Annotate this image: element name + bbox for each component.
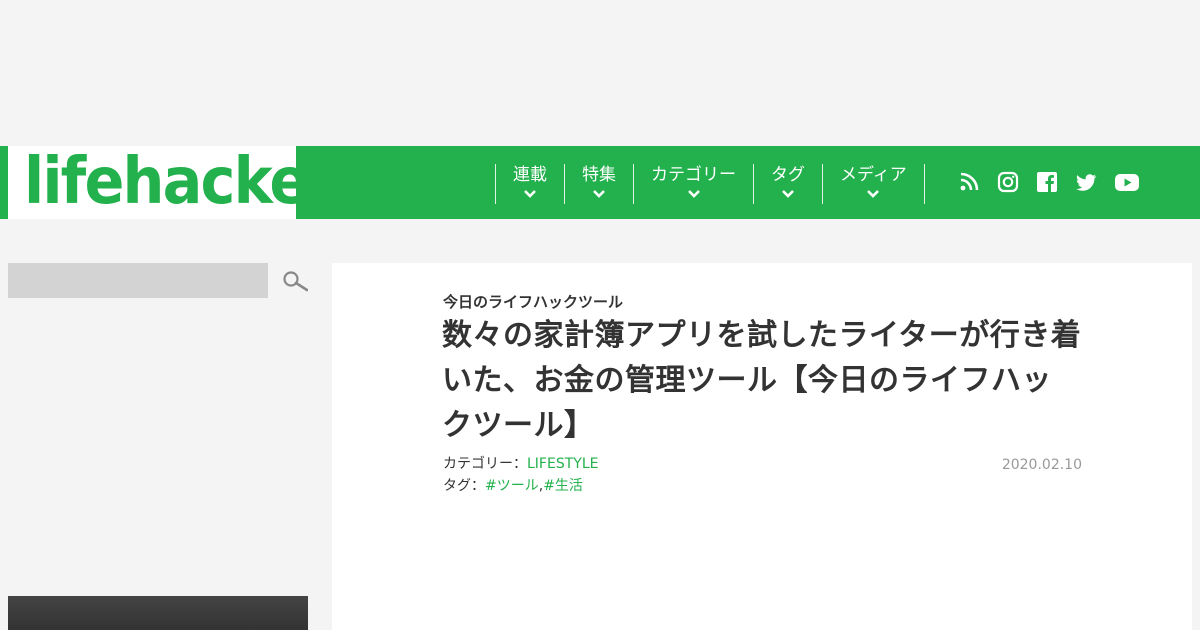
chevron-down-icon [782, 190, 794, 198]
tag-label: タグ： [443, 478, 485, 494]
nav-menu: 連載 特集 カテゴリー タグ メディア [495, 164, 925, 204]
sidebar-image[interactable] [8, 596, 308, 630]
nav-item-features[interactable]: 特集 [564, 164, 633, 204]
chevron-down-icon [593, 190, 605, 198]
facebook-icon[interactable] [1036, 171, 1058, 193]
rss-icon[interactable] [958, 171, 980, 193]
chevron-down-icon [687, 190, 700, 198]
nav-item-tag[interactable]: タグ [753, 164, 822, 204]
article-meta: カテゴリー：LIFESTYLE タグ：#ツール,#生活 [443, 453, 598, 497]
social-links [958, 171, 1140, 193]
instagram-icon[interactable] [997, 171, 1019, 193]
nav-item-label: 連載 [513, 165, 547, 185]
search-icon[interactable] [282, 270, 309, 292]
chevron-down-icon [524, 190, 536, 198]
youtube-icon[interactable] [1114, 171, 1140, 193]
article-title: 数々の家計簿アプリを試したライターが行き着いた、お金の管理ツール【今日のライフハ… [442, 318, 1082, 443]
article-card: 今日のライフハックツール 数々の家計簿アプリを試したライターが行き着いた、お金の… [332, 263, 1192, 630]
chevron-down-icon [867, 190, 880, 198]
category-link[interactable]: LIFESTYLE [527, 456, 598, 472]
logo-area[interactable]: lifehacker [0, 145, 336, 219]
nav-item-label: タグ [771, 165, 805, 185]
site-logo[interactable]: lifehacker [24, 142, 336, 222]
tag-link[interactable]: #生活 [543, 478, 583, 494]
category-line: カテゴリー：LIFESTYLE [443, 453, 598, 475]
nav-item-media[interactable]: メディア [822, 164, 925, 204]
nav-item-label: 特集 [582, 165, 616, 185]
nav-item-label: カテゴリー [651, 165, 736, 185]
nav-item-label: メディア [840, 165, 907, 185]
article-kicker[interactable]: 今日のライフハックツール [443, 291, 623, 312]
search-input[interactable] [8, 263, 268, 298]
nav-item-series[interactable]: 連載 [495, 164, 564, 204]
category-label: カテゴリー： [443, 456, 527, 472]
twitter-icon[interactable] [1075, 171, 1097, 193]
tag-line: タグ：#ツール,#生活 [443, 475, 598, 497]
tag-link[interactable]: #ツール [485, 478, 539, 494]
nav-item-category[interactable]: カテゴリー [633, 164, 753, 204]
article-date: 2020.02.10 [1001, 457, 1082, 473]
logo-accent-bar [0, 146, 8, 219]
main-nav: 連載 特集 カテゴリー タグ メディア [296, 146, 1200, 219]
